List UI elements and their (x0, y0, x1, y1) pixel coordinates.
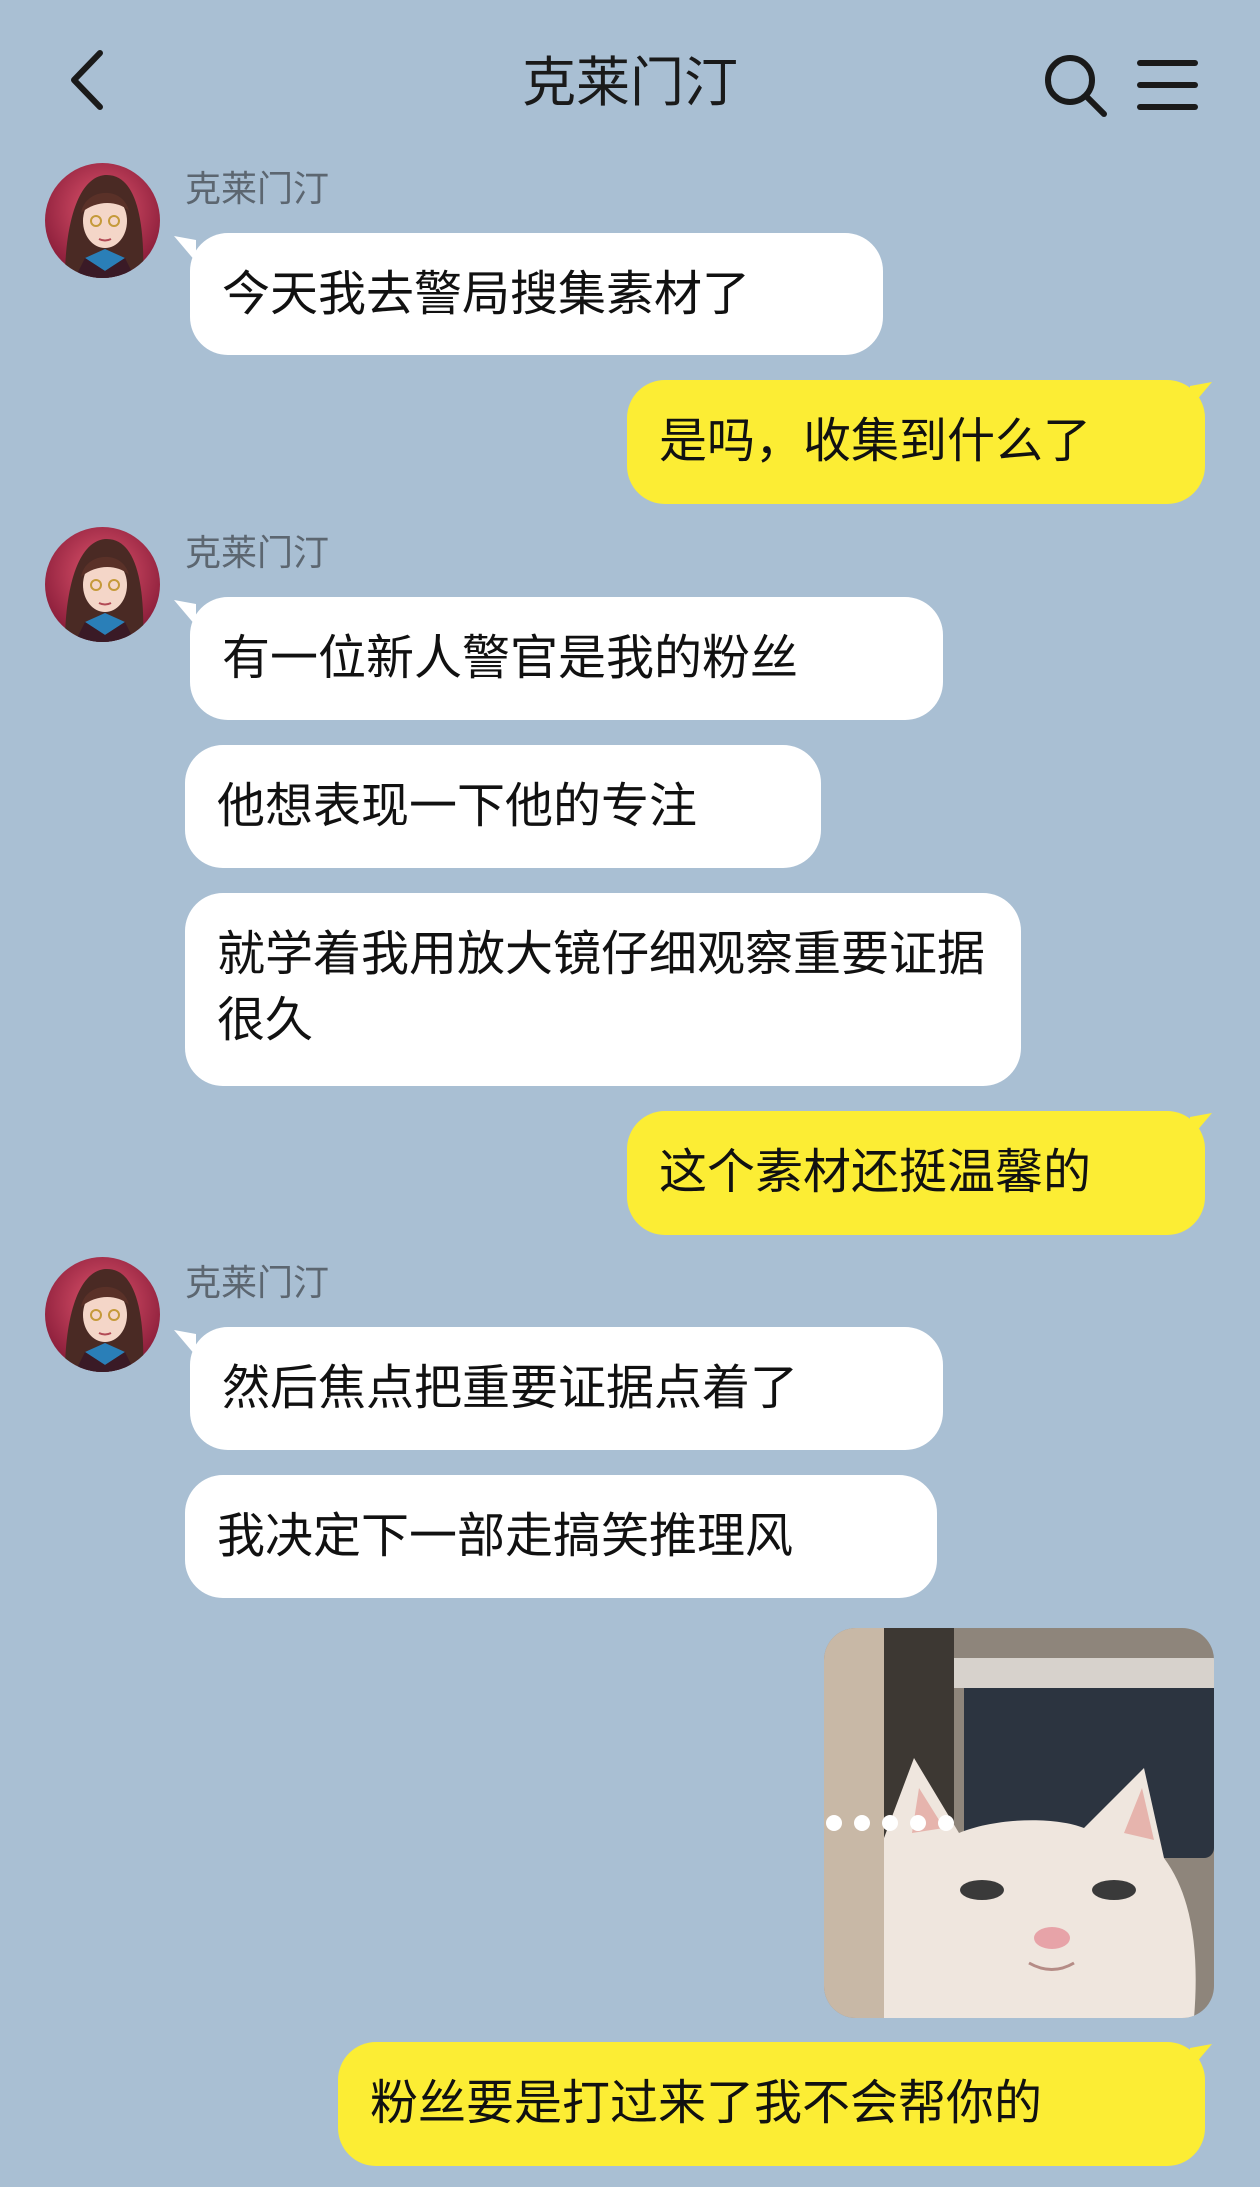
sender-name: 克莱门汀 (185, 533, 330, 574)
message-bubble-incoming[interactable]: 有一位新人警官是我的粉丝 (190, 597, 943, 720)
avatar-image (45, 163, 160, 278)
message-bubble-outgoing[interactable]: 粉丝要是打过来了我不会帮你的 (338, 2042, 1205, 2166)
message-bubble-incoming[interactable]: 他想表现一下他的专注 (185, 745, 821, 868)
bubble-tail (174, 236, 196, 262)
cat-sticker-image[interactable] (824, 1628, 1214, 2018)
bubble-tail (1190, 1113, 1212, 1139)
message-bubble-incoming[interactable]: 然后焦点把重要证据点着了 (190, 1327, 943, 1450)
message-bubble-outgoing[interactable]: 这个素材还挺温馨的 (627, 1111, 1205, 1235)
message-bubble-outgoing[interactable]: 是吗，收集到什么了 (627, 380, 1205, 504)
menu-button[interactable] (1135, 55, 1200, 115)
bubble-tail (1190, 382, 1212, 408)
sender-name: 克莱门汀 (185, 169, 330, 210)
search-button[interactable] (1040, 50, 1110, 120)
bubble-tail (174, 600, 196, 626)
contact-avatar[interactable] (45, 163, 160, 278)
chat-header: 克莱门汀 (0, 0, 1260, 165)
sender-name: 克莱门汀 (185, 1263, 330, 1304)
search-icon (1045, 55, 1107, 117)
cat-sticker-image (824, 1628, 1214, 2018)
bubble-tail (1190, 2044, 1212, 2070)
message-bubble-incoming[interactable]: 今天我去警局搜集素材了 (190, 233, 883, 355)
contact-avatar[interactable] (45, 1257, 160, 1372)
contact-avatar[interactable] (45, 527, 160, 642)
avatar-image (45, 527, 160, 642)
message-bubble-incoming[interactable]: 就学着我用放大镜仔细观察重要证据很久 (185, 893, 1021, 1086)
message-bubble-incoming[interactable]: 我决定下一部走搞笑推理风 (185, 1475, 937, 1598)
avatar-image (45, 1257, 160, 1372)
menu-icon (1137, 60, 1198, 110)
bubble-tail (174, 1330, 196, 1356)
